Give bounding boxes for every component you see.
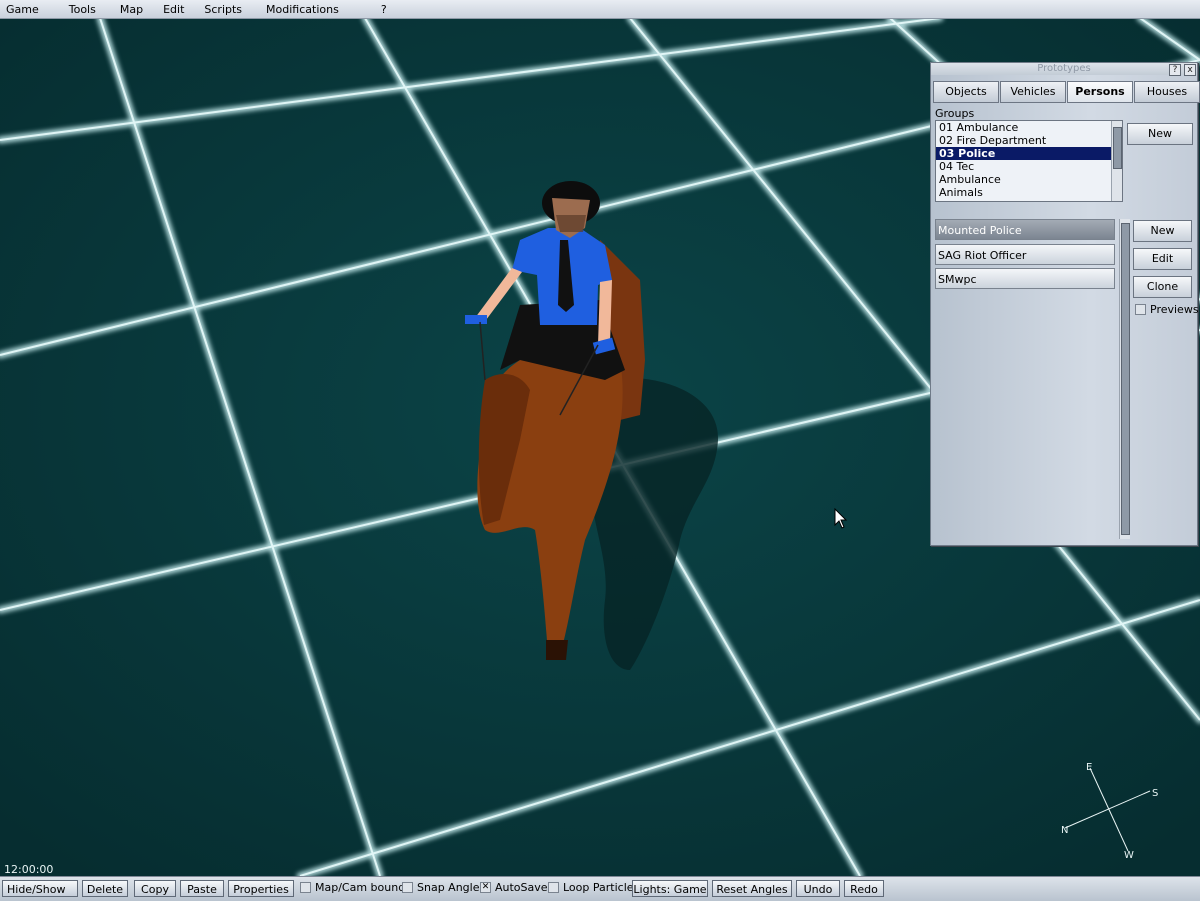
compass-north: N: [1061, 825, 1069, 836]
compass-icon: [1064, 767, 1151, 852]
previews-label: Previews: [1150, 303, 1199, 316]
menu-edit[interactable]: Edit: [155, 3, 196, 16]
loop-particles-label: Loop Particles: [563, 881, 640, 894]
snap-angles-label: Snap Angles: [417, 881, 486, 894]
group-item[interactable]: 01 Ambulance: [936, 121, 1122, 134]
loop-particles-toggle[interactable]: Loop Particles: [548, 881, 639, 894]
loop-particles-checkbox[interactable]: [548, 882, 559, 893]
hide-show-button[interactable]: Hide/Show: [2, 880, 78, 897]
group-new-button[interactable]: New: [1127, 123, 1193, 145]
paste-button[interactable]: Paste: [180, 880, 224, 897]
previews-toggle[interactable]: Previews: [1135, 303, 1199, 316]
tab-vehicles[interactable]: Vehicles: [1000, 81, 1066, 103]
prototype-items: Mounted Police SAG Riot Officer SMwpc: [931, 213, 1131, 543]
tab-objects[interactable]: Objects: [933, 81, 999, 103]
help-button[interactable]: ?: [1169, 64, 1181, 76]
autosave-toggle[interactable]: ✕ AutoSave: [480, 881, 548, 894]
group-item[interactable]: Animals: [936, 186, 1122, 199]
delete-button[interactable]: Delete: [82, 880, 128, 897]
game-time: 12:00:00: [4, 863, 54, 876]
prototype-item[interactable]: SAG Riot Officer: [935, 244, 1115, 265]
panel-titlebar[interactable]: Prototypes ? x: [931, 63, 1197, 76]
map-cam-bounds-toggle[interactable]: Map/Cam bounds: [300, 881, 411, 894]
menu-map[interactable]: Map: [108, 3, 155, 16]
menu-game[interactable]: Game: [0, 3, 51, 16]
menu-tools[interactable]: Tools: [51, 3, 108, 16]
menu-help[interactable]: ?: [351, 3, 399, 16]
redo-button[interactable]: Redo: [844, 880, 884, 897]
compass-west: W: [1124, 850, 1134, 861]
menu-scripts[interactable]: Scripts: [196, 3, 254, 16]
prototype-item-selected[interactable]: Mounted Police: [935, 219, 1115, 240]
items-scrollbar[interactable]: [1119, 219, 1130, 539]
tab-persons[interactable]: Persons: [1067, 81, 1133, 103]
previews-checkbox[interactable]: [1135, 304, 1146, 315]
group-item[interactable]: Ambulance: [936, 173, 1122, 186]
compass-east: E: [1086, 762, 1093, 773]
autosave-checkbox[interactable]: ✕: [480, 882, 491, 893]
map-cam-bounds-label: Map/Cam bounds: [315, 881, 411, 894]
undo-button[interactable]: Undo: [796, 880, 840, 897]
map-cam-bounds-checkbox[interactable]: [300, 882, 311, 893]
compass-south: S: [1152, 788, 1159, 799]
compass: E S N W: [1050, 756, 1170, 866]
group-item-selected[interactable]: 03 Police: [936, 147, 1122, 160]
mouse-cursor-icon: [834, 508, 848, 529]
reset-angles-button[interactable]: Reset Angles: [712, 880, 792, 897]
lights-button[interactable]: Lights: Game: [632, 880, 708, 897]
panel-title: Prototypes: [1037, 63, 1091, 74]
prototype-new-button[interactable]: New: [1133, 220, 1192, 242]
groups-list[interactable]: 01 Ambulance 02 Fire Department 03 Polic…: [935, 120, 1123, 202]
tab-houses[interactable]: Houses: [1134, 81, 1200, 103]
snap-angles-toggle[interactable]: Snap Angles: [402, 881, 485, 894]
autosave-label: AutoSave: [495, 881, 548, 894]
bottom-toolbar: Hide/Show Delete Copy Paste Properties M…: [0, 876, 1200, 901]
group-item[interactable]: 02 Fire Department: [936, 134, 1122, 147]
snap-angles-checkbox[interactable]: [402, 882, 413, 893]
groups-scrollbar[interactable]: [1111, 121, 1122, 201]
prototype-item[interactable]: SMwpc: [935, 268, 1115, 289]
prototype-clone-button[interactable]: Clone: [1133, 276, 1192, 298]
groups-label: Groups: [935, 107, 975, 120]
prototypes-panel: Prototypes ? x Objects Vehicles Persons …: [930, 62, 1200, 546]
prototype-edit-button[interactable]: Edit: [1133, 248, 1192, 270]
properties-button[interactable]: Properties: [228, 880, 294, 897]
menu-modifications[interactable]: Modifications: [254, 3, 351, 16]
close-button[interactable]: x: [1184, 64, 1196, 76]
prototype-tabs: Objects Vehicles Persons Houses: [933, 81, 1200, 103]
copy-button[interactable]: Copy: [134, 880, 176, 897]
group-item[interactable]: 04 Tec: [936, 160, 1122, 173]
menu-bar: Game Tools Map Edit Scripts Modification…: [0, 0, 1200, 19]
